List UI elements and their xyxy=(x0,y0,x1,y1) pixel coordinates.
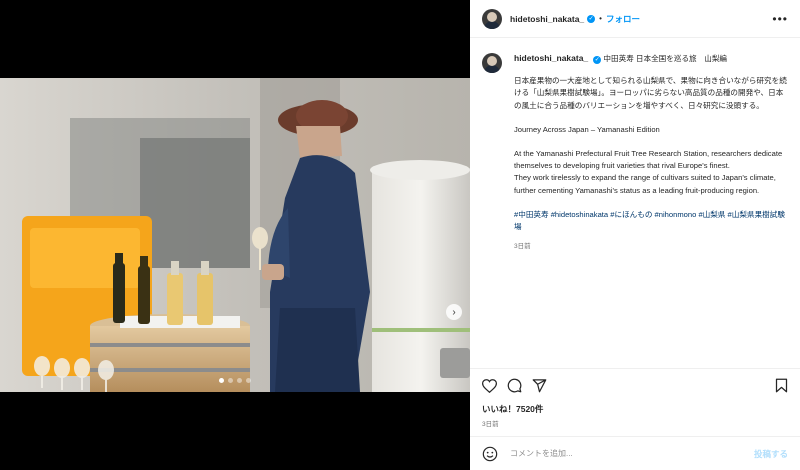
caption-body: hidetoshi_nakata_ ✓ 中田英寿 日本全国を巡る旅 山梨編 日本… xyxy=(514,52,788,253)
carousel-dot xyxy=(228,378,233,383)
carousel-dot xyxy=(246,378,251,383)
post-date: 3日前 xyxy=(482,421,499,428)
like-heart-icon[interactable] xyxy=(480,377,498,395)
caption-username[interactable]: hidetoshi_nakata_ xyxy=(514,53,588,63)
post-header: hidetoshi_nakata_ ✓ • フォロー ••• xyxy=(470,0,800,38)
verified-badge-icon: ✓ xyxy=(593,56,602,65)
caption-english-title: Journey Across Japan – Yamanashi Edition xyxy=(514,124,660,134)
emoji-icon[interactable] xyxy=(482,446,498,462)
post-modal: › hidetoshi_nakata_ ✓ • フォロー ••• hidetos… xyxy=(0,0,800,470)
likes-count[interactable]: いいね！7520件 xyxy=(482,403,543,415)
more-options-icon[interactable]: ••• xyxy=(772,12,788,26)
comment-bar: 投稿する xyxy=(470,436,800,470)
post-photo[interactable]: › xyxy=(0,78,470,392)
media-panel: › xyxy=(0,0,470,470)
follow-button[interactable]: フォロー xyxy=(606,13,640,25)
caption-time: 3日前 xyxy=(514,243,531,251)
save-bookmark-icon[interactable] xyxy=(772,377,790,395)
header-username[interactable]: hidetoshi_nakata_ xyxy=(510,14,584,24)
caption-area: hidetoshi_nakata_ ✓ 中田英寿 日本全国を巡る旅 山梨編 日本… xyxy=(470,38,800,368)
carousel-dot xyxy=(237,378,242,383)
post-comment-button[interactable]: 投稿する xyxy=(754,448,788,460)
next-slide-button[interactable]: › xyxy=(446,304,462,320)
comment-input[interactable] xyxy=(510,449,754,458)
caption-title: 中田英寿 日本全国を巡る旅 山梨編 xyxy=(603,54,728,63)
carousel-indicator xyxy=(0,378,470,383)
separator-dot: • xyxy=(599,14,602,23)
photo-illustration xyxy=(0,78,470,392)
caption-english-1: At the Yamanashi Prefectural Fruit Tree … xyxy=(514,149,783,171)
verified-badge-icon: ✓ xyxy=(587,14,596,23)
caption-hashtags[interactable]: #中田英寿 #hidetoshinakata #にほんもの #nihonmono… xyxy=(514,209,788,233)
caption-english-2: They work tirelessly to expand the range… xyxy=(514,173,776,195)
comment-icon[interactable] xyxy=(505,377,523,395)
carousel-dot xyxy=(219,378,224,383)
action-bar xyxy=(470,368,800,402)
post-side-panel: hidetoshi_nakata_ ✓ • フォロー ••• hidetoshi… xyxy=(470,0,800,470)
share-send-icon[interactable] xyxy=(530,377,548,395)
caption-avatar[interactable] xyxy=(482,53,502,73)
caption-japanese: 日本産果物の一大産地として知られる山梨県で、果物に向き合いながら研究を続ける「山… xyxy=(514,76,787,110)
avatar[interactable] xyxy=(482,8,502,29)
